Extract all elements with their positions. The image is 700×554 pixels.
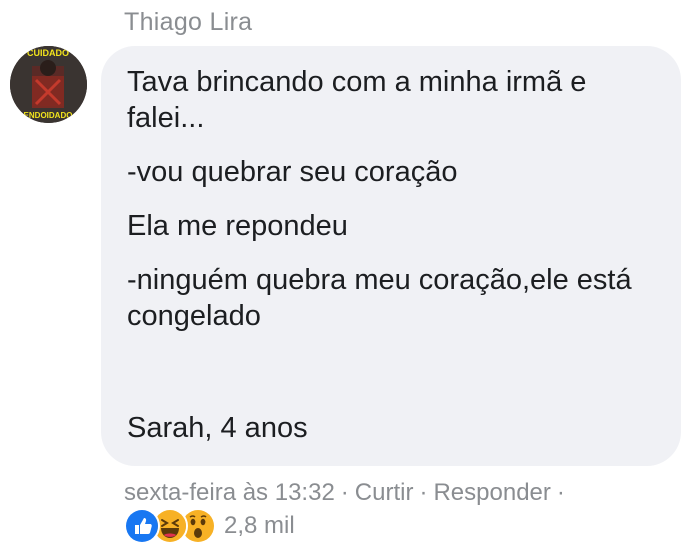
comment-signature: Sarah, 4 anos <box>127 412 308 444</box>
comment-line: Tava brincando com a minha irmã e falei.… <box>127 66 587 134</box>
separator-dot: · <box>556 479 565 506</box>
reply-link[interactable]: Responder <box>433 479 550 506</box>
timestamp[interactable]: sexta-feira às 13:32 <box>124 479 335 506</box>
avatar-text-bottom: ENDOIDADO <box>24 111 73 120</box>
comment-bubble: Tava brincando com a minha irmã e falei.… <box>101 46 681 466</box>
avatar-text-top: CUIDADO <box>27 48 69 58</box>
reactions-summary[interactable]: 2,8 mil <box>124 508 295 544</box>
separator-dot: · <box>340 479 349 506</box>
reaction-count[interactable]: 2,8 mil <box>224 512 295 540</box>
like-link[interactable]: Curtir <box>355 479 414 506</box>
separator-dot: · <box>419 479 428 506</box>
comment-line: -ninguém quebra meu coração,ele está con… <box>127 264 632 332</box>
like-icon <box>124 508 160 544</box>
comment-line: -vou quebrar seu coração <box>127 156 458 188</box>
comment-author[interactable]: Thiago Lira <box>124 8 252 37</box>
avatar[interactable]: CUIDADO ENDOIDADO <box>10 46 87 123</box>
comment-meta: sexta-feira às 13:32 · Curtir · Responder · <box>124 479 571 507</box>
comment-line: Ela me repondeu <box>127 210 348 242</box>
